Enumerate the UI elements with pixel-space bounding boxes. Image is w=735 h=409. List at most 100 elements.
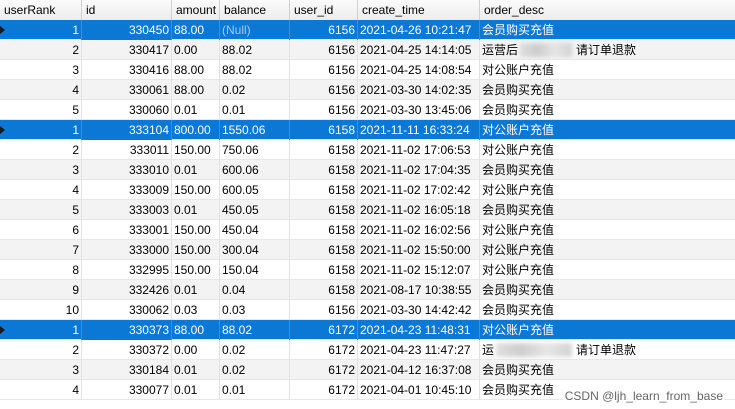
table-row[interactable]: 2 333011 150.00 750.06 6158 2021-11-02 17:06:…	[0, 140, 735, 160]
cell-amount[interactable]: 88.00	[172, 320, 220, 340]
cell-order-desc[interactable]: 会员购买充值	[480, 20, 735, 40]
table-row[interactable]: 3 330184 0.01 0.02 6172 2021-04-12 16:37:08 会员…	[0, 360, 735, 380]
cell-id[interactable]: 333000	[82, 240, 172, 260]
cell-user-id[interactable]: 6158	[290, 220, 358, 240]
cell-userRank[interactable]: 3	[0, 60, 82, 80]
cell-user-id[interactable]: 6158	[290, 180, 358, 200]
cell-userRank[interactable]: 5	[0, 100, 82, 120]
cell-amount[interactable]: 0.01	[172, 360, 220, 380]
cell-amount[interactable]: 88.00	[172, 80, 220, 100]
cell-user-id[interactable]: 6172	[290, 380, 358, 400]
cell-id[interactable]: 330184	[82, 360, 172, 380]
cell-amount[interactable]: 0.01	[172, 280, 220, 300]
table-row[interactable]: 5 333003 0.01 450.05 6158 2021-11-02 16:05:18…	[0, 200, 735, 220]
cell-balance[interactable]: 88.02	[220, 60, 290, 80]
cell-id[interactable]: 332426	[82, 280, 172, 300]
cell-amount[interactable]: 150.00	[172, 240, 220, 260]
table-row[interactable]: 1 333104 800.00 1550.06 6158 2021-11-11 16:33…	[0, 120, 735, 140]
cell-amount[interactable]: 150.00	[172, 260, 220, 280]
cell-order-desc[interactable]: 对公账户充值	[480, 120, 735, 140]
cell-balance[interactable]: 88.02	[220, 320, 290, 340]
cell-user-id[interactable]: 6156	[290, 40, 358, 60]
table-row[interactable]: 9 332426 0.01 0.04 6158 2021-08-17 10:38:55 会员…	[0, 280, 735, 300]
cell-order-desc[interactable]: 对公账户充值	[480, 140, 735, 160]
cell-balance[interactable]: (Null)	[220, 20, 290, 40]
cell-userRank[interactable]: 3	[0, 360, 82, 380]
cell-amount[interactable]: 0.01	[172, 160, 220, 180]
cell-create-time[interactable]: 2021-11-02 16:05:18	[358, 200, 480, 220]
cell-user-id[interactable]: 6158	[290, 140, 358, 160]
cell-create-time[interactable]: 2021-04-26 10:21:47	[358, 20, 480, 40]
cell-balance[interactable]: 0.04	[220, 280, 290, 300]
cell-order-desc[interactable]: 对公账户充值	[480, 260, 735, 280]
cell-create-time[interactable]: 2021-03-30 14:42:42	[358, 300, 480, 320]
cell-create-time[interactable]: 2021-11-02 15:12:07	[358, 260, 480, 280]
cell-user-id[interactable]: 6156	[290, 300, 358, 320]
cell-userRank[interactable]: 7	[0, 240, 82, 260]
cell-order-desc[interactable]: 会员购买充值	[480, 300, 735, 320]
cell-balance[interactable]: 0.03	[220, 300, 290, 320]
cell-create-time[interactable]: 2021-04-23 11:48:31	[358, 320, 480, 340]
table-row[interactable]: 3 330416 88.00 88.02 6156 2021-04-25 14:08:54…	[0, 60, 735, 80]
cell-order-desc[interactable]: 对公账户充值	[480, 240, 735, 260]
cell-order-desc[interactable]: 会员购买充值	[480, 80, 735, 100]
cell-user-id[interactable]: 6156	[290, 80, 358, 100]
cell-userRank[interactable]: 3	[0, 160, 82, 180]
table-row[interactable]: 2 330417 0.00 88.02 6156 2021-04-25 14:14:05 运…	[0, 40, 735, 60]
cell-balance[interactable]: 450.04	[220, 220, 290, 240]
column-header-userRank[interactable]: userRank	[0, 0, 82, 20]
cell-userRank[interactable]: 5	[0, 200, 82, 220]
cell-order-desc[interactable]: 会员购买充值	[480, 100, 735, 120]
cell-id[interactable]: 330060	[82, 100, 172, 120]
cell-id[interactable]: 332995	[82, 260, 172, 280]
cell-user-id[interactable]: 6172	[290, 360, 358, 380]
table-row[interactable]: 7 333000 150.00 300.04 6158 2021-11-02 15:50:…	[0, 240, 735, 260]
cell-userRank[interactable]: 6	[0, 220, 82, 240]
cell-user-id[interactable]: 6158	[290, 260, 358, 280]
cell-balance[interactable]: 0.01	[220, 380, 290, 400]
table-row[interactable]: 6 333001 150.00 450.04 6158 2021-11-02 16:02:…	[0, 220, 735, 240]
cell-create-time[interactable]: 2021-11-02 17:04:35	[358, 160, 480, 180]
cell-order-desc[interactable]: 会员购买充值	[480, 360, 735, 380]
cell-user-id[interactable]: 6156	[290, 20, 358, 40]
cell-order-desc[interactable]: 对公账户充值	[480, 320, 735, 340]
cell-user-id[interactable]: 6158	[290, 240, 358, 260]
cell-id[interactable]: 333011	[82, 140, 172, 160]
cell-user-id[interactable]: 6156	[290, 60, 358, 80]
cell-balance[interactable]: 0.02	[220, 340, 290, 360]
cell-userRank[interactable]: 8	[0, 260, 82, 280]
cell-userRank[interactable]: 10	[0, 300, 82, 320]
cell-id[interactable]: 333001	[82, 220, 172, 240]
cell-balance[interactable]: 300.04	[220, 240, 290, 260]
column-header-user_id[interactable]: user_id	[290, 0, 358, 20]
cell-create-time[interactable]: 2021-08-17 10:38:55	[358, 280, 480, 300]
cell-user-id[interactable]: 6158	[290, 200, 358, 220]
cell-user-id[interactable]: 6158	[290, 160, 358, 180]
cell-order-desc[interactable]: 对公账户充值	[480, 220, 735, 240]
cell-amount[interactable]: 0.00	[172, 40, 220, 60]
cell-balance[interactable]: 150.04	[220, 260, 290, 280]
cell-amount[interactable]: 88.00	[172, 20, 220, 40]
cell-balance[interactable]: 0.02	[220, 80, 290, 100]
cell-userRank[interactable]: 1	[0, 20, 82, 40]
cell-userRank[interactable]: 4	[0, 80, 82, 100]
table-row[interactable]: 1 330373 88.00 88.02 6172 2021-04-23 11:48:31…	[0, 320, 735, 340]
cell-order-desc[interactable]: 会员购买充值	[480, 200, 735, 220]
cell-userRank[interactable]: 2	[0, 140, 82, 160]
cell-create-time[interactable]: 2021-11-11 16:33:24	[358, 120, 480, 140]
cell-create-time[interactable]: 2021-11-02 16:02:56	[358, 220, 480, 240]
cell-id[interactable]: 330372	[82, 340, 172, 360]
column-header-order_desc[interactable]: order_desc	[480, 0, 735, 20]
cell-userRank[interactable]: 2	[0, 340, 82, 360]
cell-order-desc[interactable]: 会员购买充值	[480, 280, 735, 300]
cell-userRank[interactable]: 4	[0, 380, 82, 400]
cell-balance[interactable]: 750.06	[220, 140, 290, 160]
table-row[interactable]: 4 333009 150.00 600.05 6158 2021-11-02 17:02:…	[0, 180, 735, 200]
cell-user-id[interactable]: 6158	[290, 280, 358, 300]
cell-amount[interactable]: 0.01	[172, 380, 220, 400]
cell-create-time[interactable]: 2021-03-30 13:45:06	[358, 100, 480, 120]
cell-id[interactable]: 330416	[82, 60, 172, 80]
column-header-amount[interactable]: amount	[172, 0, 220, 20]
cell-create-time[interactable]: 2021-11-02 17:02:42	[358, 180, 480, 200]
table-row[interactable]: 5 330060 0.01 0.01 6156 2021-03-30 13:45:06 会员…	[0, 100, 735, 120]
